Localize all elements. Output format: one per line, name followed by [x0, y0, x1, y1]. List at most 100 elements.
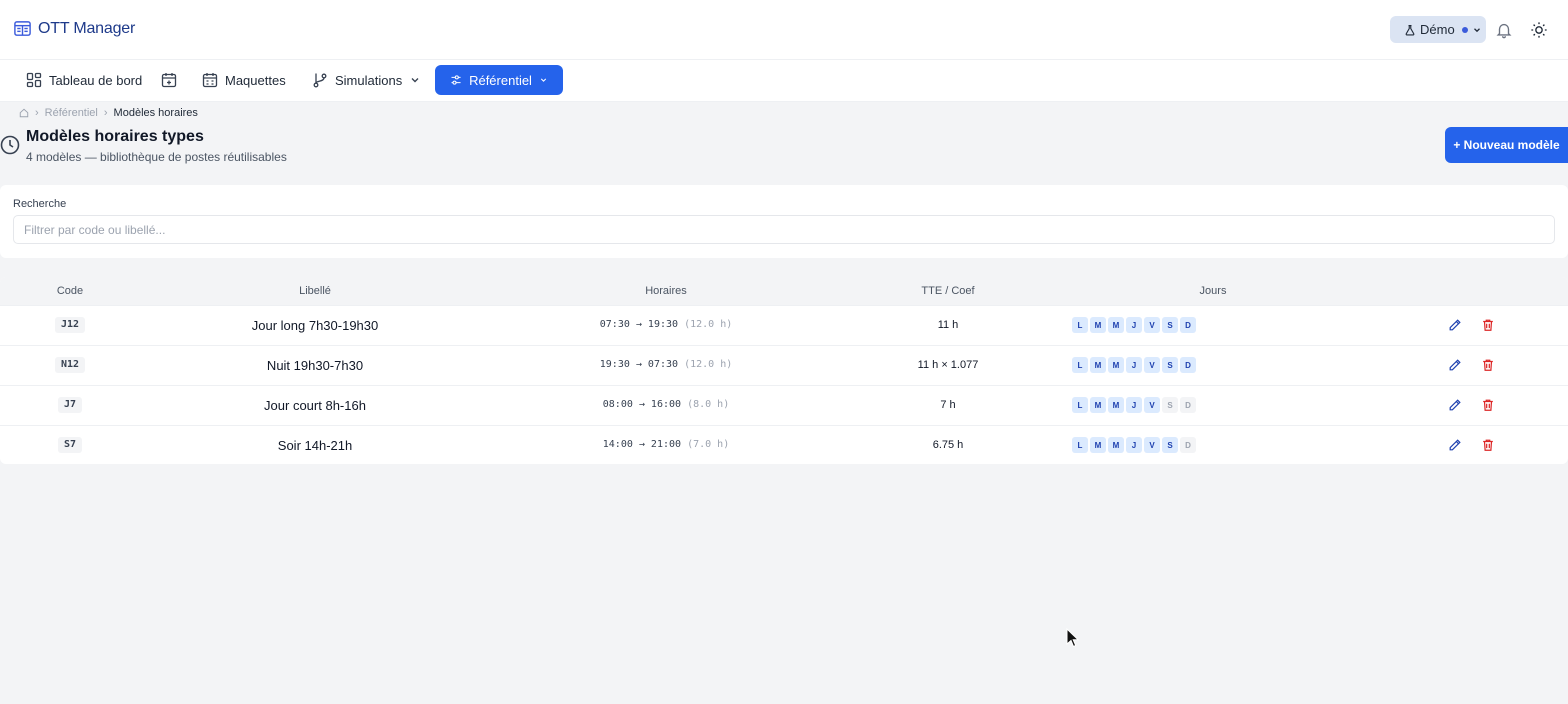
- pencil-icon[interactable]: [1448, 358, 1462, 372]
- row-time-range: 14:00 → 21:00: [602, 439, 682, 450]
- row-horaires: 07:30 → 19:30 (12.0 h): [600, 319, 732, 330]
- bell-icon[interactable]: [1495, 21, 1513, 39]
- mouse-cursor-icon: [1066, 628, 1080, 648]
- row-duration: (8.0 h): [687, 399, 730, 410]
- day-chip: M: [1108, 357, 1124, 373]
- mode-status-dot: [1461, 26, 1468, 33]
- day-chip: M: [1108, 317, 1124, 333]
- pencil-icon[interactable]: [1448, 398, 1462, 412]
- home-icon[interactable]: [19, 108, 29, 118]
- row-tte-coef: 11 h × 1.077: [917, 359, 979, 371]
- day-chip: J: [1126, 397, 1142, 413]
- day-chip: L: [1072, 317, 1088, 333]
- column-header-code[interactable]: Code: [57, 285, 83, 297]
- mode-selector[interactable]: Démo: [1390, 16, 1486, 43]
- nav-referentiel[interactable]: Référentiel: [435, 65, 563, 95]
- trash-icon[interactable]: [1481, 358, 1495, 372]
- table-row[interactable]: N12 Nuit 19h30-7h30 19:30 → 07:30 (12.0 …: [0, 345, 1568, 385]
- nav-dashboard-label: Tableau de bord: [49, 72, 143, 88]
- row-libelle: Nuit 19h30-7h30: [266, 358, 364, 373]
- day-chip: D: [1180, 357, 1196, 373]
- nav-maquettes-label: Maquettes: [225, 72, 286, 88]
- search-panel: Recherche: [0, 185, 1568, 258]
- branch-icon: [313, 73, 327, 88]
- row-days: LMMJVSD: [1072, 437, 1196, 453]
- chevron-down-icon: [411, 78, 419, 83]
- row-duration: (12.0 h): [684, 319, 733, 330]
- search-label: Recherche: [13, 198, 67, 210]
- top-bar: OTT Manager Démo: [0, 0, 1568, 60]
- nav-dashboard[interactable]: Tableau de bord: [18, 65, 150, 95]
- sun-icon[interactable]: [1530, 21, 1548, 39]
- dashboard-icon: [26, 72, 42, 88]
- row-tte-coef: 6.75 h: [932, 439, 964, 451]
- row-code: N12: [54, 357, 86, 373]
- day-chip: M: [1090, 357, 1106, 373]
- row-duration: (12.0 h): [684, 359, 733, 370]
- column-header-libelle[interactable]: Libellé: [299, 285, 331, 297]
- day-chip: D: [1180, 397, 1196, 413]
- table-row[interactable]: J12 Jour long 7h30-19h30 07:30 → 19:30 (…: [0, 305, 1568, 345]
- app-logo-icon: [14, 21, 31, 36]
- day-chip: D: [1180, 437, 1196, 453]
- day-chip: M: [1108, 397, 1124, 413]
- row-horaires: 08:00 → 16:00 (8.0 h): [603, 399, 729, 410]
- day-chip: V: [1144, 397, 1160, 413]
- row-tte-coef: 11 h: [937, 319, 959, 331]
- table-row[interactable]: S7 Soir 14h-21h 14:00 → 21:00 (7.0 h) 6.…: [0, 425, 1568, 464]
- new-model-button[interactable]: + Nouveau modèle: [1445, 127, 1568, 163]
- row-horaires: 14:00 → 21:00 (7.0 h): [603, 439, 729, 450]
- day-chip: S: [1162, 357, 1178, 373]
- nav-simulations-label: Simulations: [335, 72, 403, 88]
- table-row[interactable]: J7 Jour court 8h-16h 08:00 → 16:00 (8.0 …: [0, 385, 1568, 425]
- day-chip: J: [1126, 317, 1142, 333]
- row-days: LMMJVSD: [1072, 397, 1196, 413]
- row-time-range: 07:30 → 19:30: [599, 319, 679, 330]
- row-code: J12: [54, 317, 86, 333]
- nav-referentiel-label: Référentiel: [469, 72, 532, 88]
- row-code: S7: [57, 437, 83, 453]
- chevron-down-icon: [1473, 27, 1480, 32]
- trash-icon[interactable]: [1481, 398, 1495, 412]
- clock-icon: [0, 135, 20, 155]
- row-time-range: 08:00 → 16:00: [602, 399, 682, 410]
- trash-icon[interactable]: [1481, 438, 1495, 452]
- day-chip: M: [1090, 397, 1106, 413]
- day-chip: J: [1126, 437, 1142, 453]
- breadcrumb-separator: ›: [103, 107, 108, 119]
- search-input[interactable]: [13, 215, 1555, 244]
- nav-calendar-add[interactable]: [153, 65, 185, 95]
- breadcrumb: › Référentiel › Modèles horaires: [19, 106, 198, 120]
- pencil-icon[interactable]: [1448, 318, 1462, 332]
- column-header-tte[interactable]: TTE / Coef: [921, 285, 974, 297]
- nav-simulations[interactable]: Simulations: [304, 65, 429, 95]
- day-chip: L: [1072, 357, 1088, 373]
- column-header-horaires[interactable]: Horaires: [645, 285, 687, 297]
- row-horaires: 19:30 → 07:30 (12.0 h): [600, 359, 732, 370]
- day-chip: V: [1144, 437, 1160, 453]
- column-header-jours[interactable]: Jours: [1200, 285, 1227, 297]
- row-libelle: Soir 14h-21h: [277, 438, 353, 453]
- day-chip: L: [1072, 437, 1088, 453]
- row-duration: (7.0 h): [687, 439, 730, 450]
- day-chip: V: [1144, 357, 1160, 373]
- flask-icon: [1405, 24, 1415, 35]
- row-code: J7: [57, 397, 83, 413]
- day-chip: J: [1126, 357, 1142, 373]
- breadcrumb-referentiel[interactable]: Référentiel: [45, 107, 98, 119]
- day-chip: M: [1090, 317, 1106, 333]
- chevron-down-icon: [540, 78, 547, 82]
- row-time-range: 19:30 → 07:30: [599, 359, 679, 370]
- day-chip: D: [1180, 317, 1196, 333]
- app-brand[interactable]: OTT Manager: [13, 19, 135, 38]
- sliders-icon: [451, 75, 461, 85]
- nav-maquettes[interactable]: Maquettes: [194, 65, 294, 95]
- pencil-icon[interactable]: [1448, 438, 1462, 452]
- day-chip: S: [1162, 437, 1178, 453]
- calendar-icon: [202, 73, 218, 88]
- breadcrumb-current: Modèles horaires: [113, 107, 198, 119]
- main-nav: Tableau de bord Maquettes Simulations Ré…: [0, 60, 1568, 102]
- row-libelle: Jour long 7h30-19h30: [251, 318, 379, 333]
- trash-icon[interactable]: [1481, 318, 1495, 332]
- day-chip: V: [1144, 317, 1160, 333]
